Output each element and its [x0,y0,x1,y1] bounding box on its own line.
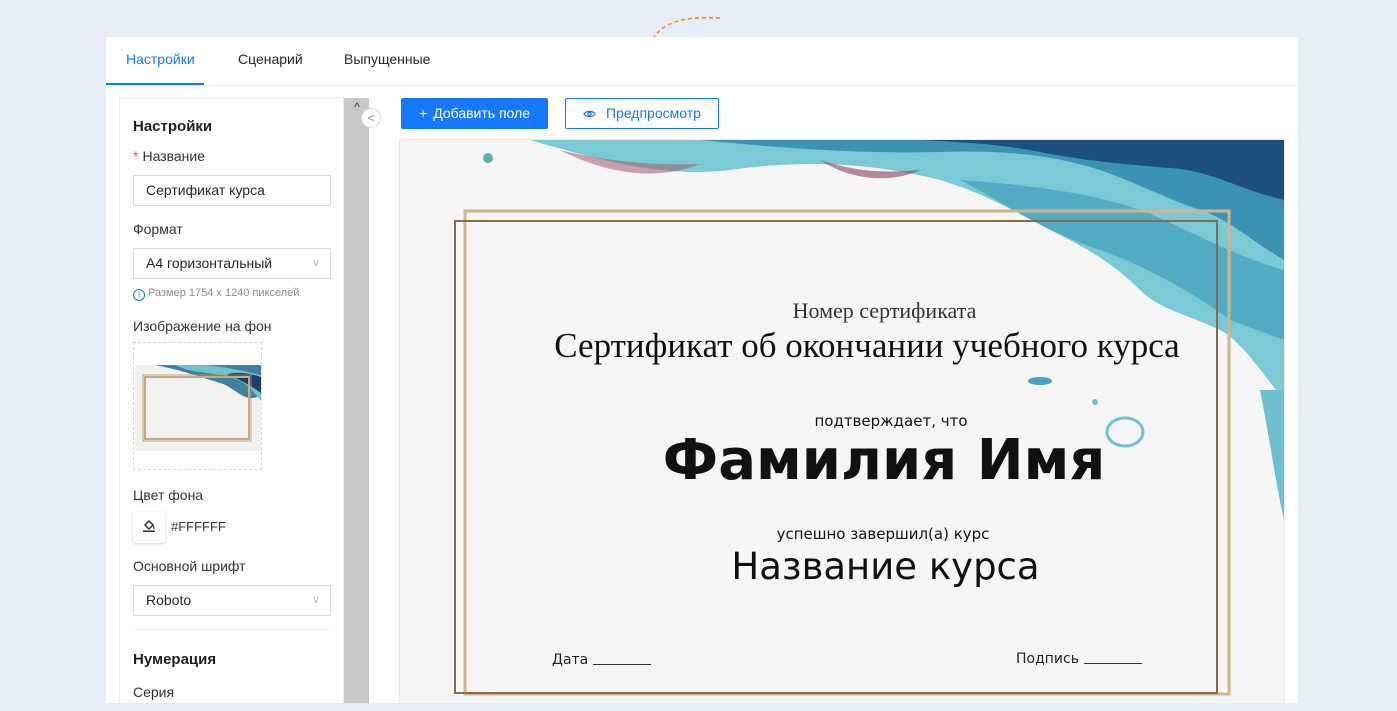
eye-icon [583,105,600,121]
font-select-value: Roboto [146,592,192,608]
bg-image-upload[interactable] [133,342,262,470]
format-select[interactable]: А4 горизонтальный ∨ [133,248,331,279]
tab-issued[interactable]: Выпущенные [344,51,430,67]
font-label: Основной шрифт [133,558,246,574]
paint-bucket-icon [142,519,156,535]
collapse-panel-button[interactable]: < [361,108,381,128]
size-hint-text: Размер 1754 x 1240 пикселей [148,287,300,299]
tab-settings[interactable]: Настройки [126,51,195,67]
settings-title: Настройки [133,118,213,135]
preview-label: Предпросмотр [605,105,701,121]
plus-icon: + [419,105,428,121]
signature-label: Подпись [1016,651,1079,667]
preview-button[interactable]: Предпросмотр [565,98,719,129]
bg-color-value: #FFFFFF [171,519,226,534]
chevron-down-icon: ∨ [311,594,320,606]
size-hint: i Размер 1754 x 1240 пикселей [133,287,299,301]
thumbnail-art [135,365,261,451]
certificate-canvas[interactable]: Номер сертификата Сертификат об окончани… [400,140,1284,703]
info-icon: i [133,289,145,301]
bg-image-label: Изображение на фон [133,318,272,334]
font-select[interactable]: Roboto ∨ [133,585,331,616]
numbering-title: Нумерация [133,651,217,668]
series-label: Серия [133,684,175,700]
date-label: Дата [552,652,589,668]
add-field-label: Добавить поле [433,105,530,121]
name-label: * Название [133,148,205,164]
add-field-button[interactable]: + Добавить поле [401,98,548,129]
certificate-title[interactable]: Сертификат об окончании учебного курса [400,326,1284,366]
signature-underline [1083,663,1142,664]
tab-divider [106,85,1298,86]
required-mark: * [133,148,139,164]
format-select-value: А4 горизонтальный [146,255,273,271]
bg-image-thumbnail [135,365,261,451]
certificate-number[interactable]: Номер сертификата [400,298,1284,324]
certificate-date-field[interactable]: Дата [552,652,652,668]
date-underline [593,664,652,665]
tab-scenario[interactable]: Сценарий [238,51,303,67]
certificate-course-name[interactable]: Название курса [400,545,1284,588]
certificate-recipient-name[interactable]: Фамилия Имя [400,428,1284,493]
settings-panel: Настройки * Название Сертификат курса Фор… [120,98,343,703]
chevron-down-icon: ∨ [311,257,320,269]
name-label-text: Название [142,148,206,164]
chevron-left-icon: < [367,111,375,125]
name-input[interactable]: Сертификат курса [133,175,331,206]
panel-scrollbar[interactable] [344,98,369,703]
certificate-signature-field[interactable]: Подпись [1016,651,1142,667]
tab-bar: Настройки Сценарий Выпущенные [106,37,1298,87]
certificate-completed-text[interactable]: успешно завершил(а) курс [400,525,1284,543]
editor-card: Настройки Сценарий Выпущенные Настройки … [106,37,1298,703]
section-divider [133,629,331,630]
color-picker-button[interactable] [133,512,165,543]
format-label: Формат [133,221,183,237]
bg-color-label: Цвет фона [133,487,204,503]
